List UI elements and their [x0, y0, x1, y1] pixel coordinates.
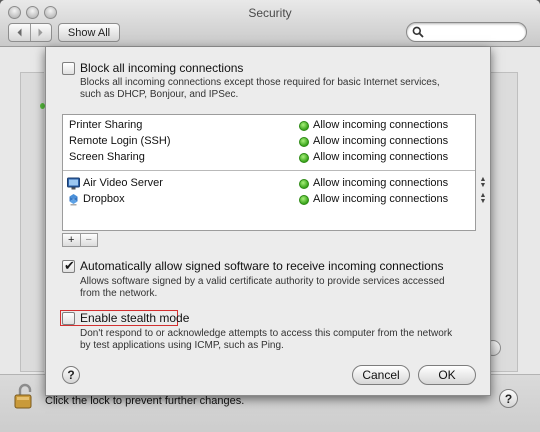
background-pane-right	[491, 72, 518, 372]
search-icon	[412, 26, 424, 38]
service-name: Remote Login (SSH)	[69, 135, 171, 147]
chevron-left-icon	[17, 28, 22, 37]
window-title: Security	[248, 6, 292, 20]
status-green-icon	[299, 137, 309, 147]
back-forward-buttons	[8, 23, 52, 42]
signed-software-label: Automatically allow signed software to r…	[80, 259, 444, 273]
signed-software-checkbox[interactable]	[62, 258, 75, 274]
status-green-icon	[299, 195, 309, 205]
forward-button[interactable]	[29, 24, 52, 41]
cancel-button[interactable]: Cancel	[352, 365, 410, 385]
back-button[interactable]	[9, 24, 30, 41]
stealth-mode-description-line1: Don't respond to or acknowledge attempts…	[80, 328, 453, 339]
block-all-label: Block all incoming connections	[80, 61, 244, 75]
app-status: Allow incoming connections	[313, 193, 449, 205]
ok-button[interactable]: OK	[418, 365, 476, 385]
status-green-icon	[299, 121, 309, 131]
service-status: Allow incoming connections	[313, 119, 449, 131]
list-item[interactable]: Screen Sharing Allow incoming connection…	[63, 150, 475, 166]
app-name: Dropbox	[83, 193, 125, 205]
list-item[interactable]: Dropbox Allow incoming connections ▲ ▼	[63, 192, 486, 208]
firewall-options-sheet: Block all incoming connections Blocks al…	[45, 47, 491, 396]
list-item[interactable]: Remote Login (SSH) Allow incoming connec…	[63, 134, 475, 150]
block-all-description-line1: Blocks all incoming connections except t…	[80, 77, 440, 88]
dropbox-icon	[69, 194, 78, 206]
service-status: Allow incoming connections	[313, 135, 449, 147]
block-all-checkbox[interactable]	[62, 62, 75, 75]
service-name: Printer Sharing	[69, 119, 143, 131]
app-name: Air Video Server	[83, 177, 163, 189]
list-item[interactable]: Printer Sharing Allow incoming connectio…	[63, 118, 475, 134]
signed-software-description-line2: from the network.	[80, 288, 158, 299]
lock-status-text: Click the lock to prevent further change…	[45, 395, 245, 407]
services-list: Printer Sharing Allow incoming connectio…	[62, 114, 486, 231]
search-field[interactable]	[406, 22, 527, 42]
app-status: Allow incoming connections	[313, 177, 449, 189]
lock-icon[interactable]	[13, 383, 37, 410]
service-status: Allow incoming connections	[313, 151, 449, 163]
stealth-mode-description-line2: by test applications using ICMP, such as…	[80, 340, 284, 351]
add-remove-buttons: + −	[62, 233, 98, 247]
stealth-mode-label: Enable stealth mode	[80, 311, 190, 325]
service-name: Screen Sharing	[69, 151, 145, 163]
status-popup-stepper-icon[interactable]: ▲ ▼	[479, 192, 487, 205]
status-popup-stepper-icon[interactable]: ▲ ▼	[479, 176, 487, 189]
chevron-right-icon	[38, 28, 43, 37]
block-all-description-line2: such as DHCP, Bonjour, and IPSec.	[80, 89, 239, 100]
stealth-mode-checkbox[interactable]	[62, 312, 75, 325]
sheet-help-button[interactable]: ?	[62, 366, 80, 384]
security-preferences-window: Security Show All Click the lock to prev…	[0, 0, 540, 432]
signed-software-description-line1: Allows software signed by a valid certif…	[80, 276, 445, 287]
list-divider	[63, 170, 475, 171]
help-button[interactable]: ?	[499, 389, 518, 408]
status-green-icon	[299, 153, 309, 163]
add-app-button[interactable]: +	[63, 234, 80, 246]
list-item[interactable]: Air Video Server Allow incoming connecti…	[63, 176, 486, 192]
status-green-icon	[299, 179, 309, 189]
background-pane-left	[20, 72, 44, 372]
monitor-app-icon	[67, 177, 80, 190]
show-all-button[interactable]: Show All	[58, 23, 120, 42]
remove-app-button[interactable]: −	[79, 234, 98, 246]
title-bar: Security Show All	[0, 0, 540, 47]
